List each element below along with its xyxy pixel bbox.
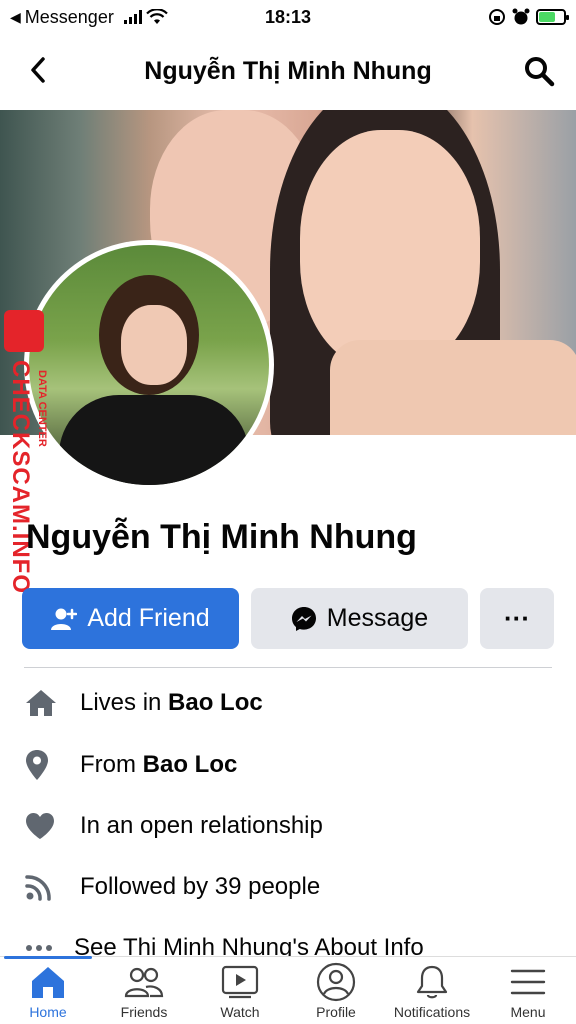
orientation-lock-icon [489,9,505,25]
menu-icon [510,962,546,1002]
watermark-logo-icon [4,310,44,352]
watermark-subtext: DATA CENTER [36,370,48,447]
search-button[interactable] [520,52,558,90]
add-friend-button[interactable]: Add Friend [22,588,239,649]
location-pin-icon [24,749,68,781]
tab-label: Friends [120,1004,168,1020]
back-button[interactable] [20,52,56,88]
friends-icon [124,962,164,1002]
bell-icon [414,962,450,1002]
info-row-from: From Bao Loc [24,745,237,785]
info-row-lives-in: Lives in Bao Loc [24,683,263,723]
tab-watch[interactable]: Watch [192,957,288,1024]
watch-icon [221,962,259,1002]
active-tab-indicator [4,956,92,959]
status-back-to-app[interactable]: ◀ Messenger [10,7,168,28]
info-text: Followed by 39 people [80,873,321,900]
battery-icon [536,9,569,25]
rss-icon [24,872,68,902]
info-row-relationship: In an open relationship [24,806,323,846]
home-icon [24,688,68,718]
tab-profile[interactable]: Profile [288,957,384,1024]
home-icon [30,962,66,1002]
search-icon [525,57,555,87]
chevron-left-icon [31,57,45,83]
heart-icon [24,811,68,841]
add-friend-icon [51,608,78,630]
tab-home[interactable]: Home [0,957,96,1024]
tab-bar: Home Friends Watch Profile Notifications… [0,956,576,1024]
avatar[interactable] [24,240,274,490]
profile-name: Nguyễn Thị Minh Nhung [26,518,417,556]
add-friend-label: Add Friend [87,604,210,632]
message-label: Message [326,604,429,632]
tab-label: Watch [220,1004,260,1020]
tab-label: Menu [510,1004,546,1020]
more-icon: ··· [504,603,530,633]
cover-face-right [300,130,480,370]
info-place[interactable]: Bao Loc [143,751,238,778]
back-app-label: Messenger [24,6,114,27]
avatar-photo [29,245,269,485]
tab-menu[interactable]: Menu [480,957,576,1024]
tab-notifications[interactable]: Notifications [384,957,480,1024]
signal-icon [123,10,142,24]
messenger-icon [291,606,316,631]
page-title: Nguyễn Thị Minh Nhung [144,56,432,85]
profile-icon [316,962,356,1002]
watermark-text: CHECKSCAM.INFO [7,360,34,594]
divider [24,667,552,668]
tab-label: Profile [316,1004,356,1020]
profile-header: Nguyễn Thị Minh Nhung [0,40,576,102]
info-place[interactable]: Bao Loc [168,689,263,716]
tab-friends[interactable]: Friends [96,957,192,1024]
tab-label: Notifications [393,1004,471,1020]
info-text: In an open relationship [80,812,323,839]
message-button[interactable]: Message [251,588,468,649]
back-triangle-icon: ◀ [10,8,21,25]
wifi-icon [146,9,168,24]
status-bar: ◀ Messenger 18:13 [0,0,576,34]
info-text: From [80,751,143,778]
more-options-button[interactable]: ··· [480,588,554,649]
alarm-icon [512,8,530,25]
cover-shirt [330,340,576,435]
info-text: Lives in [80,689,169,716]
info-row-followers[interactable]: Followed by 39 people [24,867,320,907]
tab-label: Home [29,1004,67,1020]
